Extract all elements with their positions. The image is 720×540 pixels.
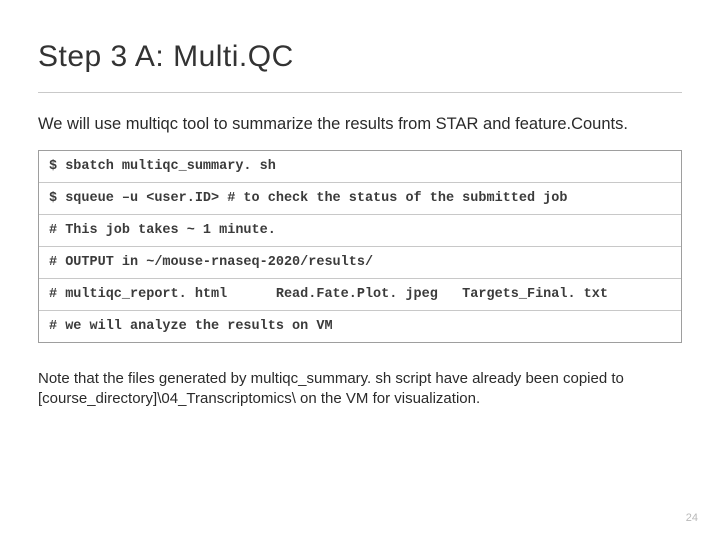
intro-text: We will use multiqc tool to summarize th…	[38, 115, 682, 134]
code-line: $ sbatch multiqc_summary. sh	[39, 151, 681, 183]
note-text-post: on the VM for visualization.	[296, 390, 480, 407]
code-line: $ squeue –u <user.ID> # to check the sta…	[39, 183, 681, 215]
code-line: # OUTPUT in ~/mouse-rnaseq-2020/results/	[39, 247, 681, 279]
page-number: 24	[686, 512, 698, 524]
footer-note: Note that the files generated by multiqc…	[38, 369, 682, 410]
note-path: [course_directory]\04_Transcriptomics\	[38, 390, 296, 407]
code-line: # This job takes ~ 1 minute.	[39, 215, 681, 247]
note-text-pre: Note that the files generated by multiqc…	[38, 370, 624, 387]
code-line: # multiqc_report. html Read.Fate.Plot. j…	[39, 279, 681, 311]
code-block: $ sbatch multiqc_summary. sh $ squeue –u…	[38, 150, 682, 343]
code-line: # we will analyze the results on VM	[39, 311, 681, 342]
slide-title: Step 3 A: Multi.QC	[38, 40, 682, 93]
